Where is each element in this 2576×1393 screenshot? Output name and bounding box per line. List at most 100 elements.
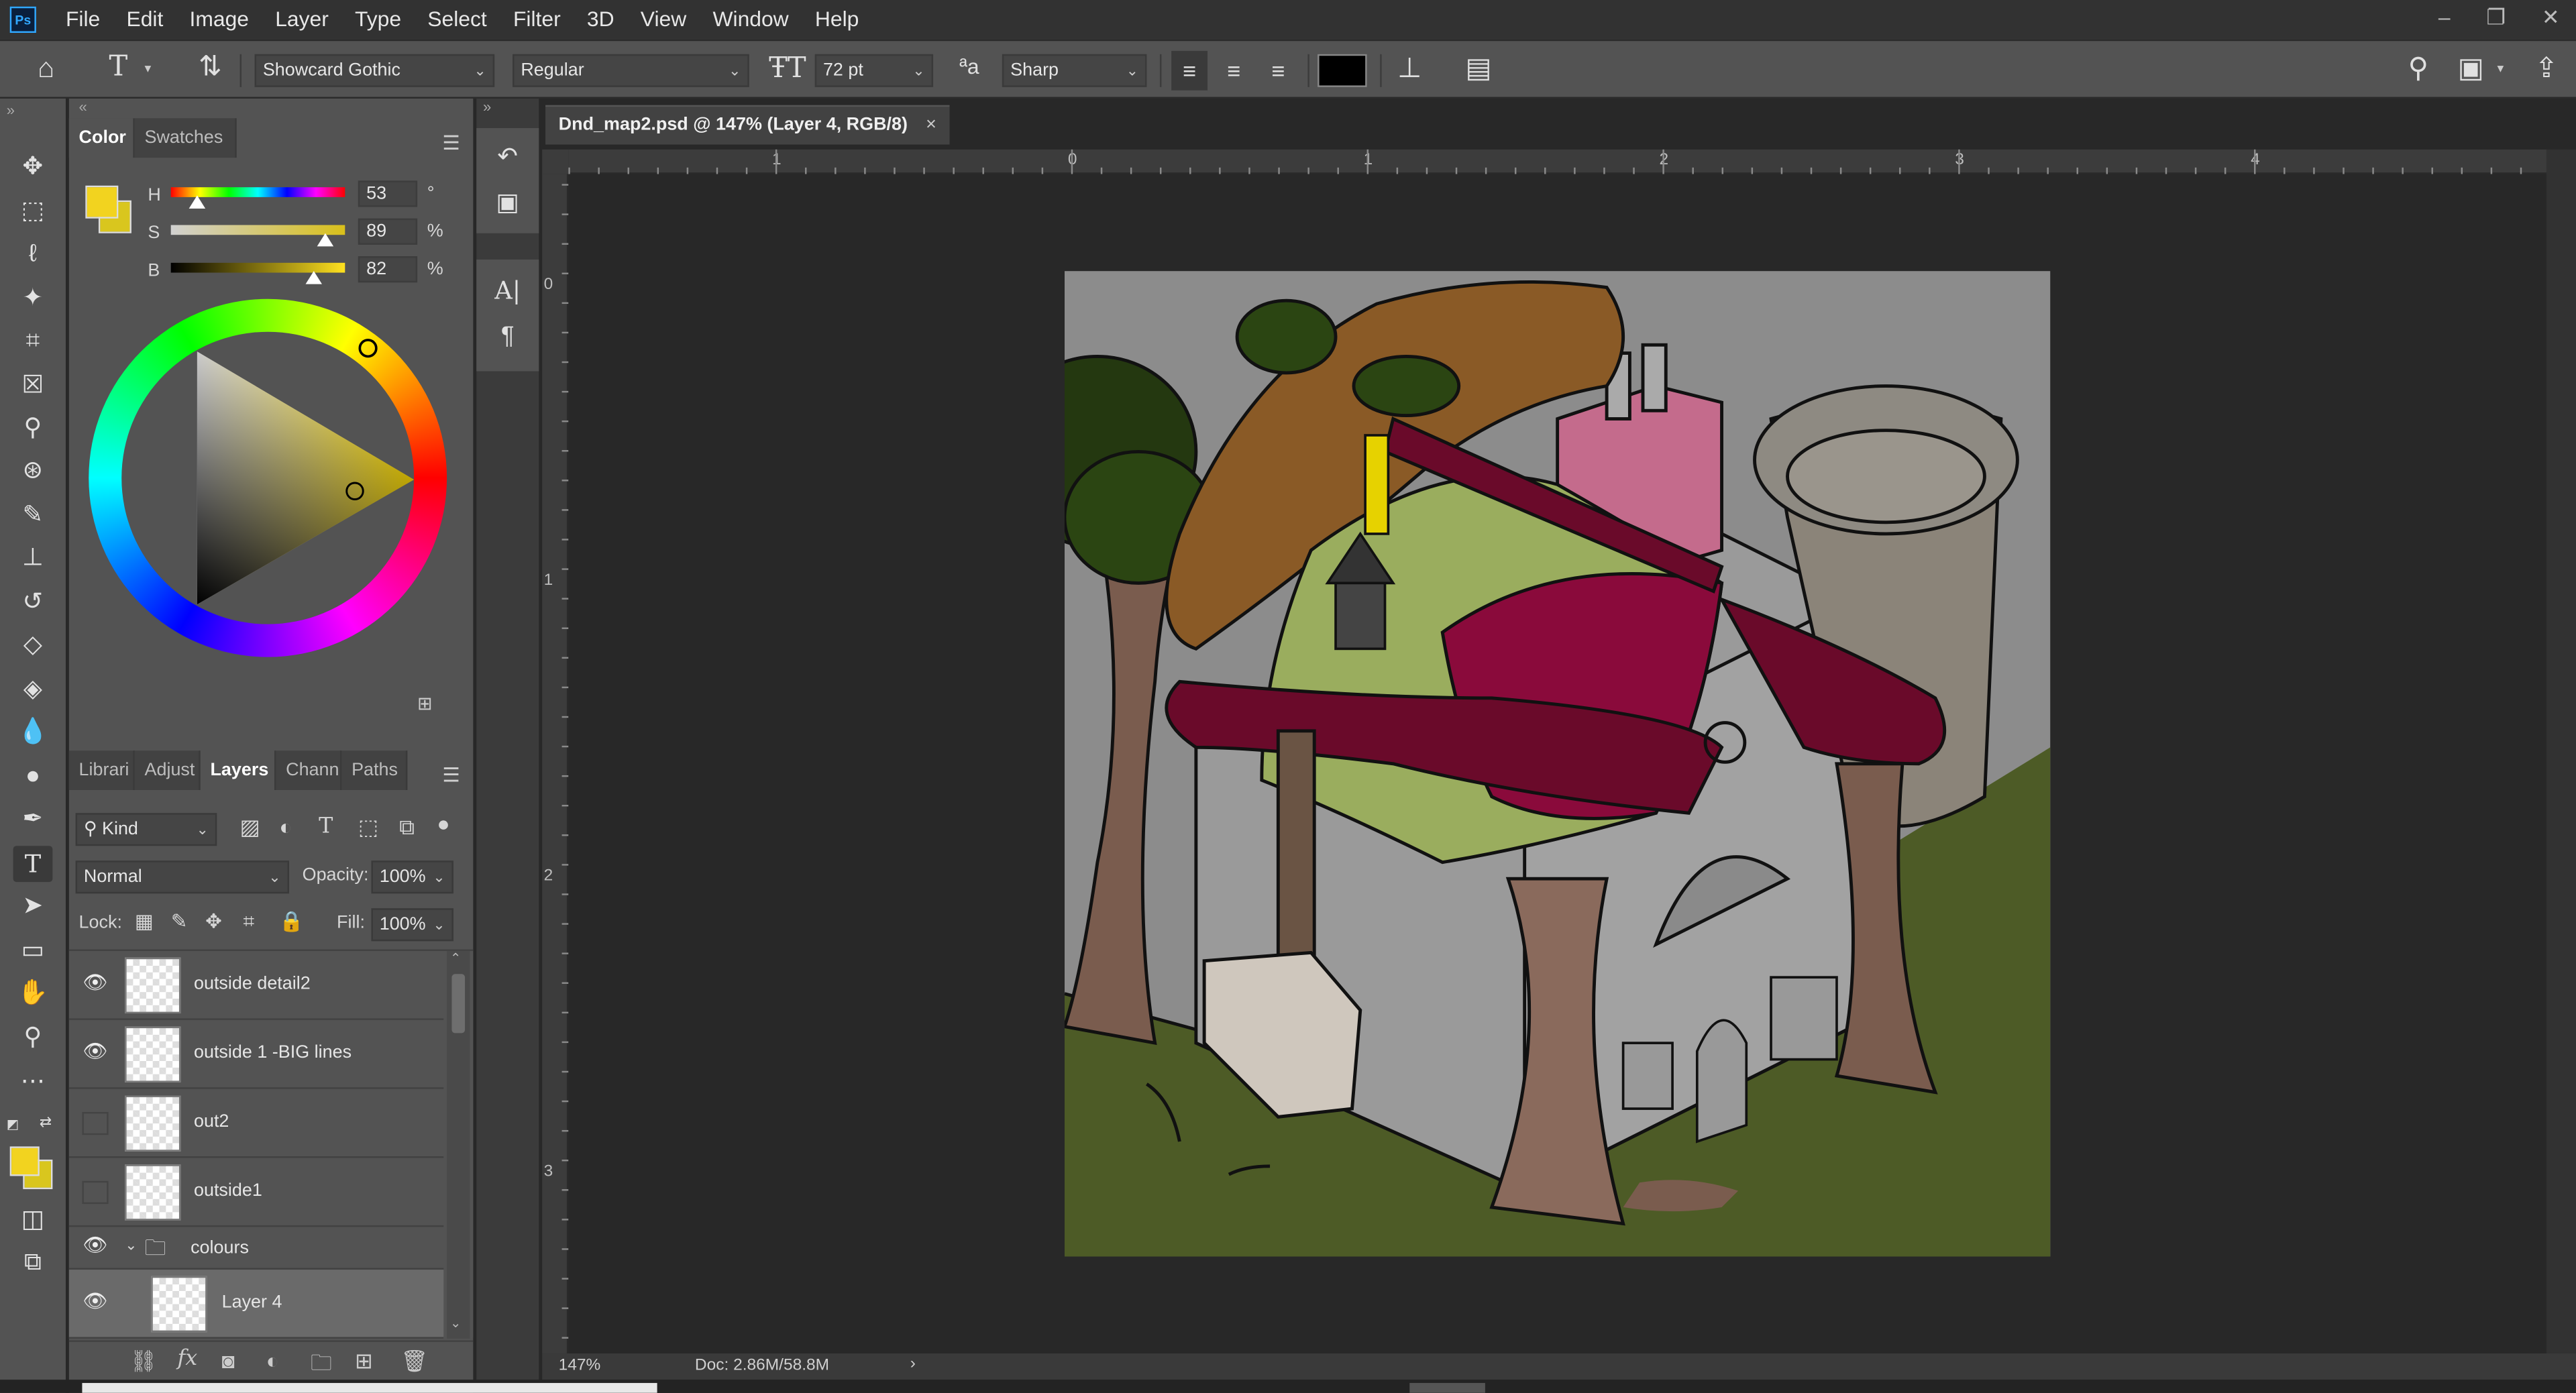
saturation-brightness-triangle[interactable] <box>89 299 447 657</box>
visibility-toggle-off[interactable] <box>82 1180 109 1205</box>
panel-foreground-swatch[interactable] <box>85 185 119 219</box>
tab-libraries[interactable]: Librari <box>68 750 135 790</box>
smart-object-filter-icon[interactable]: ⧉ <box>399 815 415 841</box>
tab-channels[interactable]: Chann <box>276 750 342 790</box>
layer-row[interactable]: out2 <box>68 1089 444 1158</box>
hand-tool-icon[interactable]: ✋ <box>13 976 53 1012</box>
text-color-swatch[interactable] <box>1318 54 1367 87</box>
vertical-ruler[interactable]: 0 1 2 3 <box>542 174 569 1353</box>
crop-tool-icon[interactable]: ⌗ <box>13 323 53 359</box>
font-style-select[interactable]: Regular ⌄ <box>513 54 749 87</box>
move-tool-icon[interactable]: ✥ <box>13 150 53 186</box>
align-right-icon[interactable]: ≡ <box>1260 51 1296 91</box>
restore-button[interactable]: ❐ <box>2486 0 2506 36</box>
ruler-origin[interactable] <box>542 149 569 174</box>
layer-row[interactable]: 👁 outside detail2 <box>68 951 444 1020</box>
new-adjustment-icon[interactable]: ◐ <box>266 1349 279 1374</box>
type-tool-preset-icon[interactable]: T <box>102 51 135 84</box>
hue-slider[interactable]: H 53 ° <box>148 180 476 213</box>
lock-transparency-icon[interactable]: ▦ <box>135 910 154 933</box>
layer-filter-select[interactable]: ⚲ Kind ⌄ <box>75 813 217 846</box>
scroll-down-icon[interactable]: ⌄ <box>450 1316 461 1331</box>
artwork-canvas[interactable] <box>1064 271 2051 1257</box>
scroll-up-icon[interactable]: ⌃ <box>450 951 461 966</box>
layers-scrollbar[interactable]: ⌃ ⌄ <box>447 950 470 1339</box>
collapse-arrows-icon[interactable]: « <box>79 99 87 115</box>
add-mask-icon[interactable]: ◙ <box>222 1349 235 1374</box>
minimize-button[interactable]: – <box>2438 0 2451 36</box>
home-icon[interactable]: ⌂ <box>30 52 62 85</box>
scroll-thumb[interactable] <box>451 974 466 1034</box>
lock-pixels-icon[interactable]: ✎ <box>171 910 188 933</box>
font-size-select[interactable]: 72 pt ⌄ <box>814 54 934 87</box>
close-tab-icon[interactable]: × <box>926 107 936 143</box>
text-orientation-icon[interactable]: ⇅ <box>194 51 227 84</box>
menu-layer[interactable]: Layer <box>262 0 342 40</box>
status-menu-arrow-icon[interactable]: › <box>910 1355 916 1373</box>
panel-menu-icon[interactable]: ☰ <box>442 764 460 787</box>
menu-filter[interactable]: Filter <box>500 0 574 40</box>
visibility-eye-icon[interactable]: 👁 <box>82 970 108 993</box>
panel-menu-icon[interactable]: ☰ <box>442 131 460 154</box>
brightness-value[interactable]: 82 <box>358 256 418 283</box>
link-layers-icon[interactable]: ⛓ <box>129 1349 156 1375</box>
saturation-thumb[interactable] <box>317 233 334 247</box>
layer-row[interactable]: 👁 outside 1 -BIG lines <box>68 1020 444 1089</box>
paragraph-panel-icon[interactable]: ¶ <box>491 322 524 350</box>
default-colors-icon[interactable]: ◩ <box>7 1117 19 1131</box>
filter-toggle-icon[interactable]: ● <box>437 812 449 836</box>
collapse-arrows-icon[interactable]: » <box>7 102 15 118</box>
shape-filter-icon[interactable]: ⬚ <box>358 815 378 841</box>
marquee-tool-icon[interactable]: ⬚ <box>13 194 53 230</box>
healing-brush-icon[interactable]: ⊛ <box>13 453 53 490</box>
paint-bucket-icon[interactable]: ◈ <box>13 672 53 708</box>
delete-layer-icon[interactable]: 🗑 <box>401 1349 428 1375</box>
character-panel-icon[interactable]: ▤ <box>1462 52 1495 85</box>
tab-color[interactable]: Color <box>68 118 135 158</box>
history-panel-icon[interactable]: ↶ <box>491 142 524 171</box>
type-tool-icon[interactable]: T <box>13 846 53 883</box>
tab-adjustments[interactable]: Adjust <box>134 750 201 790</box>
type-filter-icon[interactable]: T <box>319 815 333 840</box>
blur-tool-icon[interactable]: 💧 <box>13 714 53 750</box>
character-panel-icon[interactable]: A| <box>491 276 524 305</box>
opacity-field[interactable]: 100% ⌄ <box>371 860 453 894</box>
stamp-tool-icon[interactable]: ⊥ <box>13 541 53 577</box>
layer-row[interactable]: outside1 <box>68 1158 444 1227</box>
document-tab[interactable]: Dnd_map2.psd @ 147% (Layer 4, RGB/8) × <box>545 105 950 145</box>
frame-tool-icon[interactable]: ☒ <box>13 368 53 404</box>
chevron-down-icon[interactable]: ▾ <box>2497 61 2504 76</box>
share-icon[interactable]: ⇪ <box>2530 52 2563 85</box>
visibility-eye-icon[interactable]: 👁 <box>82 1289 108 1312</box>
search-icon[interactable]: ⚲ <box>2402 52 2434 85</box>
zoom-level[interactable]: 147% <box>559 1357 601 1375</box>
menu-image[interactable]: Image <box>176 0 262 40</box>
brush-tool-icon[interactable]: ✎ <box>13 498 53 534</box>
add-panel-icon[interactable]: ⊞ <box>417 693 433 714</box>
saturation-value[interactable]: 89 <box>358 218 418 245</box>
layer-group-row[interactable]: 👁 ⌄ 🗀 colours <box>68 1227 444 1270</box>
brightness-slider[interactable]: B 82 % <box>148 256 476 289</box>
canvas-scroll-thumb[interactable] <box>1409 1383 1485 1393</box>
menu-type[interactable]: Type <box>341 0 414 40</box>
menu-edit[interactable]: Edit <box>113 0 176 40</box>
vertical-scrollbar[interactable] <box>2546 149 2576 1353</box>
lock-all-icon[interactable]: 🔒 <box>279 910 304 933</box>
history-brush-icon[interactable]: ↺ <box>13 585 53 621</box>
antialias-select[interactable]: Sharp ⌄ <box>1002 54 1147 87</box>
align-left-icon[interactable]: ≡ <box>1171 50 1208 91</box>
menu-3d[interactable]: 3D <box>574 0 627 40</box>
lock-artboard-icon[interactable]: ⌗ <box>243 910 254 935</box>
eraser-tool-icon[interactable]: ◇ <box>13 628 53 664</box>
saturation-slider[interactable]: S 89 % <box>148 218 476 252</box>
eyedropper-icon[interactable]: ⚲ <box>13 410 53 447</box>
tab-layers[interactable]: Layers <box>200 750 276 790</box>
zoom-tool-icon[interactable]: ⚲ <box>13 1020 53 1056</box>
quick-mask-icon[interactable]: ◫ <box>13 1203 53 1239</box>
horizontal-ruler[interactable]: 1 0 1 2 3 4 <box>568 149 2546 174</box>
scroll-thumb[interactable] <box>82 1383 657 1393</box>
workspace-icon[interactable]: ▣ <box>2455 52 2487 85</box>
pixel-layer-filter-icon[interactable]: ▨ <box>240 815 260 841</box>
screen-mode-icon[interactable]: ⧉ <box>13 1245 53 1281</box>
foreground-color-swatch[interactable] <box>9 1146 40 1176</box>
